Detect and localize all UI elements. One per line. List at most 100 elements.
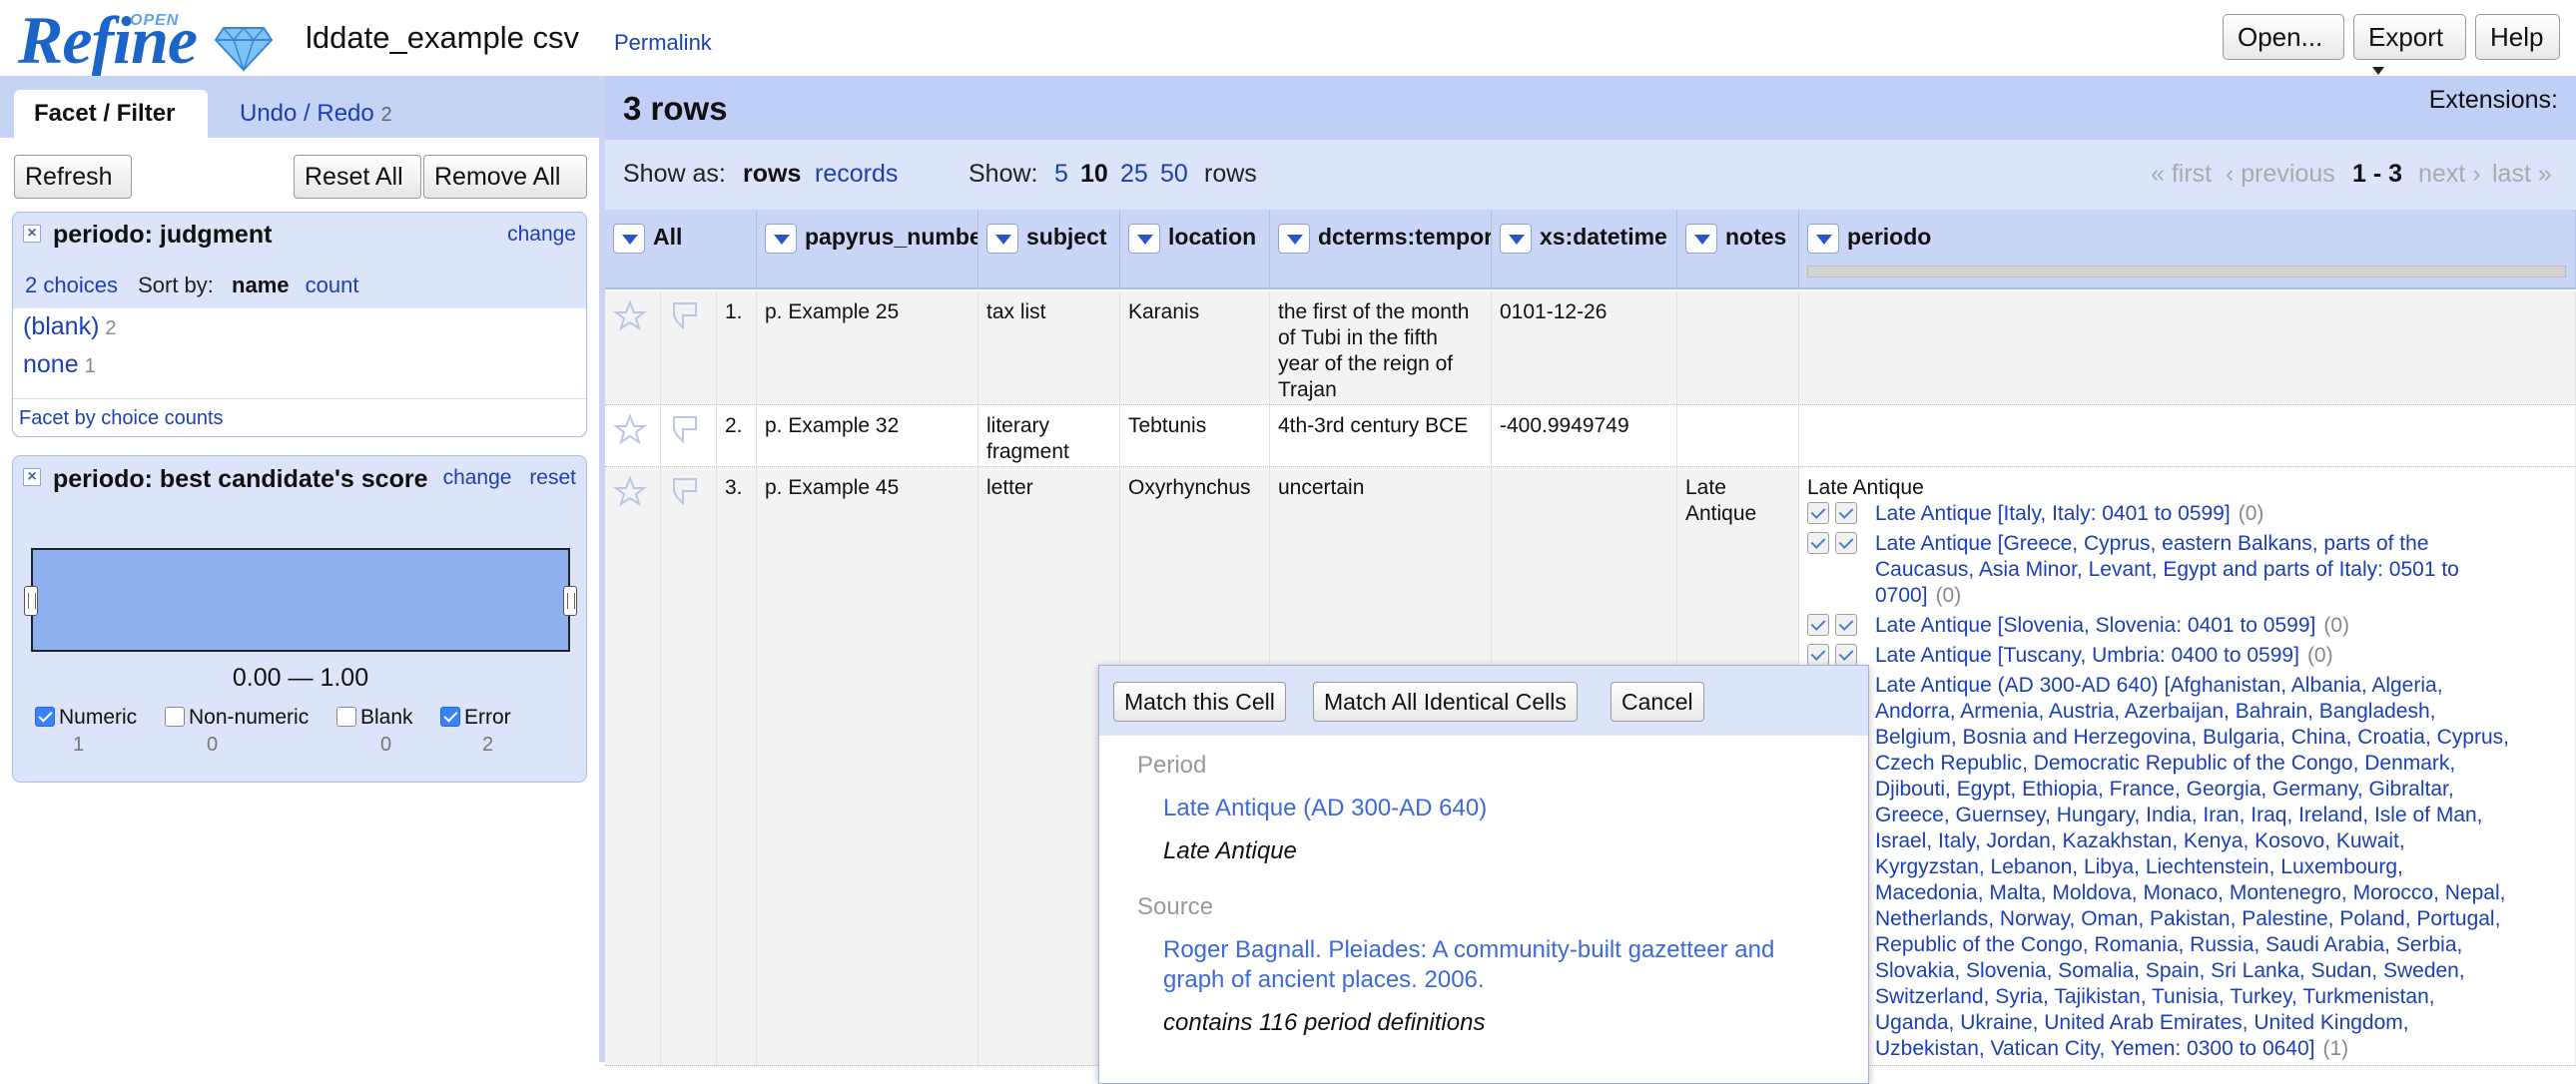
choice-label[interactable]: none bbox=[23, 350, 79, 378]
candidate-link[interactable]: Late Antique [Greece, Cyprus, eastern Ba… bbox=[1875, 532, 2459, 607]
range-histogram[interactable] bbox=[24, 548, 577, 652]
cell-notes[interactable] bbox=[1677, 291, 1799, 404]
cell-temporal[interactable]: 4th-3rd century BCE bbox=[1270, 405, 1492, 466]
star-icon[interactable] bbox=[613, 413, 647, 445]
refresh-button[interactable]: Refresh bbox=[14, 155, 132, 199]
pager-last[interactable]: last » bbox=[2492, 160, 2552, 189]
flag-icon[interactable] bbox=[669, 475, 703, 507]
star-icon[interactable] bbox=[613, 299, 647, 331]
cell-location[interactable]: Tebtunis bbox=[1120, 405, 1270, 466]
dropdown-arrow-icon[interactable] bbox=[1500, 224, 1532, 254]
column-header-all[interactable]: All bbox=[605, 210, 757, 289]
facet-change-link[interactable]: change bbox=[443, 466, 512, 489]
facet-change-link[interactable]: change bbox=[507, 223, 576, 247]
match-all-check-icon[interactable] bbox=[1835, 502, 1857, 524]
error-checkbox[interactable]: Error bbox=[440, 706, 511, 730]
cell-notes[interactable] bbox=[1677, 405, 1799, 466]
pager-first[interactable]: « first bbox=[2151, 160, 2212, 189]
flag-icon[interactable] bbox=[669, 299, 703, 331]
non-numeric-checkbox[interactable]: Non-numeric bbox=[165, 706, 309, 730]
cell-location[interactable]: Karanis bbox=[1120, 291, 1270, 404]
cell-subject[interactable]: tax list bbox=[978, 291, 1120, 404]
column-header-temporal[interactable]: dcterms:tempora bbox=[1270, 210, 1492, 289]
close-icon[interactable]: × bbox=[23, 225, 41, 243]
help-button[interactable]: Help bbox=[2475, 14, 2560, 60]
candidate-link[interactable]: Late Antique [Italy, Italy: 0401 to 0599… bbox=[1875, 502, 2231, 525]
match-all-identical-button[interactable]: Match All Identical Cells bbox=[1313, 682, 1578, 722]
match-this-cell-button[interactable]: Match this Cell bbox=[1113, 682, 1286, 722]
match-all-check-icon[interactable] bbox=[1835, 644, 1857, 666]
permalink-link[interactable]: Permalink bbox=[614, 30, 712, 56]
page-size-25[interactable]: 25 bbox=[1120, 160, 1148, 189]
match-all-check-icon[interactable] bbox=[1835, 614, 1857, 636]
dropdown-arrow-icon[interactable] bbox=[986, 224, 1018, 254]
match-check-icon[interactable] bbox=[1807, 532, 1829, 554]
export-button[interactable]: Export bbox=[2353, 14, 2466, 76]
dropdown-arrow-icon[interactable] bbox=[1807, 224, 1839, 254]
remove-all-button[interactable]: Remove All bbox=[423, 155, 587, 199]
dropdown-arrow-icon[interactable] bbox=[613, 224, 645, 254]
recon-candidate[interactable]: Late Antique [Italy, Italy: 0401 to 0599… bbox=[1807, 501, 2263, 527]
cell-papyrus[interactable]: p. Example 45 bbox=[757, 467, 978, 1065]
checkbox-icon[interactable] bbox=[35, 707, 55, 727]
column-header-notes[interactable]: notes bbox=[1677, 210, 1799, 289]
numeric-checkbox[interactable]: Numeric bbox=[35, 706, 137, 730]
column-header-datetime[interactable]: xs:datetime bbox=[1492, 210, 1677, 289]
sort-by-count[interactable]: count bbox=[306, 272, 359, 297]
tab-undo-redo[interactable]: Undo / Redo 2 bbox=[220, 90, 412, 138]
column-header-periodo[interactable]: periodo bbox=[1799, 210, 2576, 289]
extensions-menu[interactable]: Extensions: bbox=[2429, 86, 2558, 115]
facet-choice-blank[interactable]: (blank) 2 bbox=[23, 312, 117, 341]
cell-datetime[interactable]: -400.9949749 bbox=[1492, 405, 1677, 466]
recon-candidate[interactable]: Late Antique [Slovenia, Slovenia: 0401 t… bbox=[1807, 613, 2349, 639]
facet-by-choice-counts-link[interactable]: Facet by choice counts bbox=[19, 407, 224, 429]
open-button[interactable]: Open... bbox=[2223, 14, 2344, 60]
page-size-5[interactable]: 5 bbox=[1054, 160, 1068, 189]
match-check-icon[interactable] bbox=[1807, 502, 1829, 524]
candidate-link[interactable]: Late Antique [Slovenia, Slovenia: 0401 t… bbox=[1875, 614, 2315, 637]
choice-label[interactable]: (blank) bbox=[23, 312, 99, 340]
page-size-10[interactable]: 10 bbox=[1080, 160, 1108, 189]
dropdown-arrow-icon[interactable] bbox=[1278, 224, 1310, 254]
column-header-location[interactable]: location bbox=[1120, 210, 1270, 289]
openrefine-logo[interactable]: Refine OPEN bbox=[18, 6, 280, 76]
reset-all-button[interactable]: Reset All bbox=[294, 155, 421, 199]
cell-papyrus[interactable]: p. Example 32 bbox=[757, 405, 978, 466]
period-link[interactable]: Late Antique (AD 300-AD 640) bbox=[1163, 794, 1842, 823]
cell-periodo-reconciled[interactable]: Late Antique Late Antique [Italy, Italy:… bbox=[1799, 467, 2576, 1065]
cell-periodo[interactable] bbox=[1799, 405, 2576, 466]
cell-datetime[interactable]: 0101-12-26 bbox=[1492, 291, 1677, 404]
pager-previous[interactable]: ‹ previous bbox=[2226, 160, 2335, 189]
project-title[interactable]: lddate_example csv bbox=[306, 20, 579, 56]
star-icon[interactable] bbox=[613, 475, 647, 507]
checkbox-icon[interactable] bbox=[440, 707, 460, 727]
cell-periodo[interactable] bbox=[1799, 291, 2576, 404]
dropdown-arrow-icon[interactable] bbox=[1128, 224, 1160, 254]
facet-choices-count[interactable]: 2 choices bbox=[25, 272, 118, 297]
page-size-50[interactable]: 50 bbox=[1160, 160, 1188, 189]
tab-facet-filter[interactable]: Facet / Filter bbox=[14, 90, 208, 138]
candidate-link[interactable]: Late Antique (AD 300-AD 640) [Afghanista… bbox=[1875, 674, 2509, 1060]
close-icon[interactable]: × bbox=[23, 468, 41, 486]
range-right-handle[interactable] bbox=[563, 586, 577, 616]
checkbox-icon[interactable] bbox=[336, 707, 356, 727]
dropdown-arrow-icon[interactable] bbox=[765, 224, 797, 254]
cancel-button[interactable]: Cancel bbox=[1610, 682, 1704, 722]
flag-icon[interactable] bbox=[669, 413, 703, 445]
column-header-subject[interactable]: subject bbox=[978, 210, 1120, 289]
facet-reset-link[interactable]: reset bbox=[529, 466, 576, 489]
source-link[interactable]: Roger Bagnall. Pleiades: A community-bui… bbox=[1163, 935, 1842, 995]
show-as-rows[interactable]: rows bbox=[743, 160, 801, 189]
recon-candidate[interactable]: Late Antique [Greece, Cyprus, eastern Ba… bbox=[1807, 531, 2459, 607]
match-check-icon[interactable] bbox=[1807, 614, 1829, 636]
cell-subject[interactable]: literary fragment bbox=[978, 405, 1120, 466]
column-header-papyrus[interactable]: papyrus_numbe bbox=[757, 210, 978, 289]
match-check-icon[interactable] bbox=[1807, 644, 1829, 666]
sort-by-name[interactable]: name bbox=[232, 272, 289, 297]
blank-checkbox[interactable]: Blank bbox=[336, 706, 413, 730]
facet-choice-none[interactable]: none 1 bbox=[23, 350, 96, 379]
dropdown-arrow-icon[interactable] bbox=[1685, 224, 1717, 254]
range-left-handle[interactable] bbox=[24, 586, 38, 616]
checkbox-icon[interactable] bbox=[165, 707, 185, 727]
cell-papyrus[interactable]: p. Example 25 bbox=[757, 291, 978, 404]
